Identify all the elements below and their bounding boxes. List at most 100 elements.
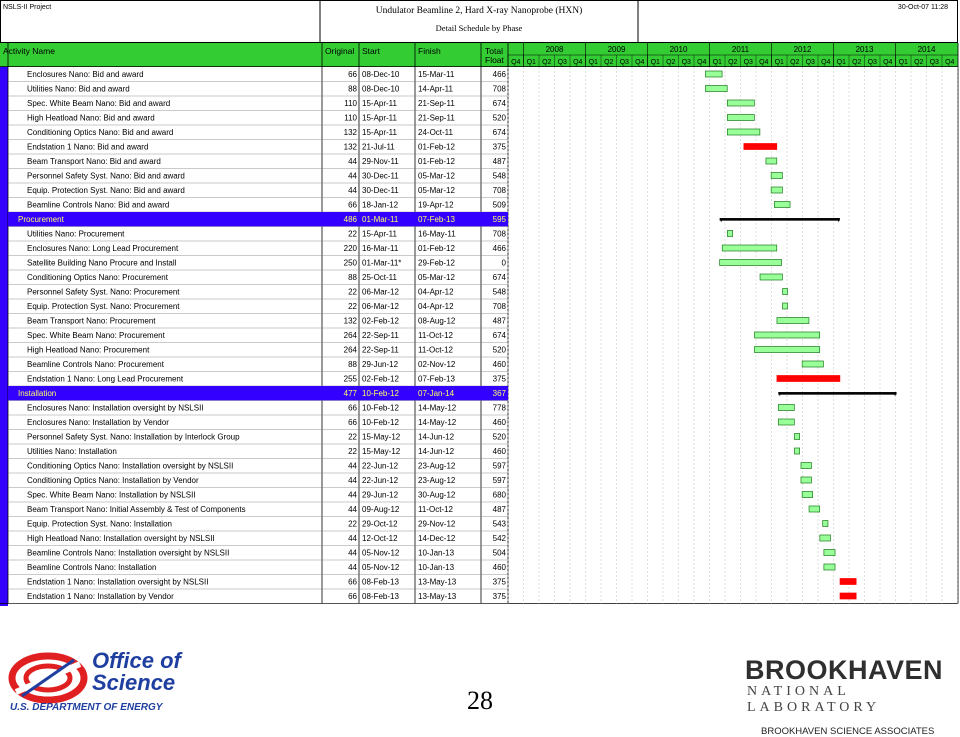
activity-bar[interactable] [705, 85, 728, 92]
activity-bar[interactable] [770, 172, 783, 179]
activity-bar[interactable] [800, 476, 812, 484]
original-duration: 264 [344, 346, 358, 355]
activity-name: Enclosures Nano: Bid and award [27, 70, 144, 79]
activity-name: Beam Transport Nano: Bid and award [27, 157, 161, 166]
activity-bar[interactable] [823, 563, 836, 571]
doe-swirl-icon [8, 652, 88, 704]
start-date: 22-Jun-12 [362, 462, 399, 471]
activity-bar[interactable] [759, 273, 783, 281]
doe-office-of-science-logo: Office of Science U.S. DEPARTMENT OF ENE… [8, 650, 208, 714]
original-duration: 22 [348, 288, 357, 297]
page-number: 28 [467, 686, 493, 715]
original-duration: 66 [348, 592, 357, 601]
activity-bar[interactable] [705, 70, 723, 78]
quarter-label: Q2 [666, 59, 675, 66]
finish-date: 15-Mar-11 [418, 70, 455, 79]
activity-bar[interactable] [801, 360, 824, 368]
activity-bar[interactable] [727, 128, 761, 136]
activity-bar[interactable] [822, 520, 829, 527]
activity-bar[interactable] [721, 244, 778, 252]
activity-bar[interactable] [794, 447, 800, 455]
critical-activity-bar[interactable] [839, 592, 857, 600]
summary-bar-line [778, 392, 897, 395]
original-duration: 44 [348, 505, 357, 514]
finish-date: 05-Mar-12 [418, 186, 455, 195]
original-duration: 220 [344, 244, 358, 253]
activity-bar[interactable] [819, 534, 831, 542]
activity-bar[interactable] [754, 346, 821, 353]
finish-date: 16-May-11 [418, 230, 456, 239]
original-duration: 88 [348, 273, 357, 282]
activity-name: Conditioning Optics Nano: Installation b… [27, 476, 199, 485]
start-date: 30-Dec-11 [362, 172, 399, 181]
total-float: 708 [493, 302, 507, 311]
finish-date: 08-Aug-12 [418, 317, 456, 326]
col-activity-name[interactable]: Activity Name [3, 46, 55, 56]
critical-activity-bar[interactable] [776, 375, 841, 382]
year-label: 2008 [546, 45, 564, 54]
finish-date: 29-Feb-12 [418, 259, 455, 268]
quarter-label: Q1 [527, 59, 536, 66]
total-float: 708 [493, 186, 507, 195]
original-duration: 44 [348, 491, 357, 500]
finish-date: 29-Nov-12 [418, 520, 456, 529]
quarter-label: Q3 [744, 59, 753, 66]
activity-name: Beam Transport Nano: Procurement [27, 317, 156, 326]
activity-bar[interactable] [727, 99, 755, 107]
quarter-label: Q3 [558, 59, 567, 66]
activity-bar[interactable] [823, 549, 836, 556]
quarter-label: Q3 [868, 59, 877, 66]
activity-name: Utilities Nano: Bid and award [27, 85, 130, 94]
activity-name: Installation [18, 389, 56, 398]
activity-bar[interactable] [774, 201, 791, 208]
finish-date: 14-Jun-12 [418, 433, 455, 442]
activity-bar[interactable] [727, 230, 734, 237]
original-duration: 22 [348, 433, 357, 442]
start-date: 15-Apr-11 [362, 128, 398, 137]
bnl-wordmark: BROOKHAVEN [745, 655, 944, 685]
left-phase-bar [0, 67, 8, 606]
activity-bar[interactable] [719, 259, 782, 266]
quarter-label: Q1 [651, 59, 660, 66]
activity-bar[interactable] [777, 404, 795, 411]
col-original[interactable]: Original [325, 46, 354, 56]
summary-row[interactable]: Procurement 486 01-Mar-11 07-Feb-13 595 [8, 212, 508, 227]
activity-bar[interactable] [765, 157, 778, 165]
original-duration: 22 [348, 230, 357, 239]
start-date: 29-Nov-11 [362, 157, 399, 166]
quarter-label: Q4 [511, 59, 520, 66]
col-start[interactable]: Start [362, 46, 381, 56]
activity-bar[interactable] [808, 505, 821, 513]
total-float: 0 [502, 259, 507, 268]
activity-bar[interactable] [754, 331, 821, 339]
original-duration: 250 [344, 259, 358, 268]
original-duration: 44 [348, 157, 357, 166]
activity-bar[interactable] [782, 288, 788, 295]
summary-row[interactable]: Installation 477 10-Feb-12 07-Jan-14 367 [8, 386, 508, 401]
start-date: 05-Nov-12 [362, 563, 400, 572]
total-float: 548 [493, 172, 507, 181]
critical-activity-bar[interactable] [839, 578, 857, 585]
activity-bar[interactable] [776, 317, 810, 324]
quarter-label: Q4 [759, 59, 768, 66]
activity-bar[interactable] [770, 186, 783, 194]
doe-science-line: Science [92, 670, 176, 695]
schedule-subtitle: Detail Schedule by Phase [436, 23, 523, 33]
activity-name: Beamline Controls Nano: Bid and award [27, 201, 169, 210]
activity-bar[interactable] [782, 302, 788, 310]
activity-bar[interactable] [777, 418, 795, 426]
start-date: 15-Apr-11 [362, 99, 398, 108]
activity-name: Endstation 1 Nano: Installation by Vendo… [27, 592, 174, 601]
activity-bar[interactable] [800, 462, 812, 469]
critical-activity-bar[interactable] [743, 143, 778, 150]
activity-bar[interactable] [801, 491, 813, 498]
start-date: 21-Jul-11 [362, 143, 395, 152]
original-duration: 132 [344, 128, 358, 137]
activity-bar[interactable] [727, 114, 755, 121]
finish-date: 01-Feb-12 [418, 244, 455, 253]
total-float: 466 [493, 70, 507, 79]
start-date: 29-Jun-12 [362, 491, 399, 500]
finish-date: 01-Feb-12 [418, 143, 455, 152]
col-finish[interactable]: Finish [418, 46, 441, 56]
activity-bar[interactable] [794, 433, 800, 440]
